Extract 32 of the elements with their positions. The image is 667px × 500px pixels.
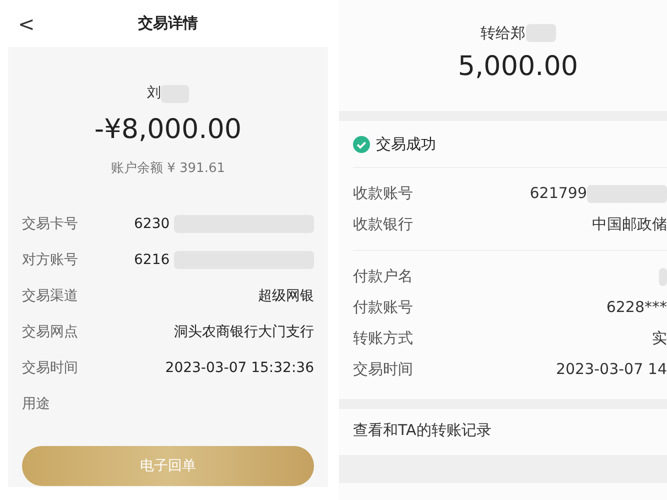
row-label: 收款银行 [353,214,413,236]
amount: 5,000.00 [456,50,580,84]
row-value: 实 [652,328,667,350]
row-label: 付款账号 [353,297,413,318]
row-value: 2023-03-07 15:32:36 [165,358,314,378]
row-value: 洞头农商银行大门支行 [174,322,314,342]
row-label: 交易时间 [22,358,78,378]
check-icon [353,136,370,152]
row-label: 用途 [22,394,50,414]
row-value: 6216 [134,250,170,270]
row-value: 2023-03-07 14 [556,359,667,380]
page-title: 交易详情 [138,13,198,34]
back-button[interactable]: < [18,14,35,34]
row-value: 中国邮政储 [592,214,667,236]
row-label: 交易渠道 [22,286,78,306]
row-value: 6230 [134,214,170,234]
row-label: 交易时间 [353,359,413,380]
row-label: 交易网点 [22,322,78,342]
row-label: 付款户名 [353,266,413,288]
row-label: 交易卡号 [22,214,78,234]
row-value: 6228*** [606,297,667,318]
payee-name: 刘 [147,84,161,103]
row-label: 对方账号 [22,250,78,270]
status-text: 交易成功 [376,134,436,155]
transfer-history-link[interactable]: 查看和TA的转账记录 [339,409,667,451]
amount: -¥8,000.00 [93,113,243,147]
recipient-name: 转给郑 [480,23,526,44]
row-label: 收款账号 [353,183,413,204]
row-value: 超级网银 [258,286,314,306]
row-label: 转账方式 [353,328,413,350]
balance: 账户余额 ¥ 391.61 [110,160,226,178]
row-value: 621799 [530,183,587,204]
